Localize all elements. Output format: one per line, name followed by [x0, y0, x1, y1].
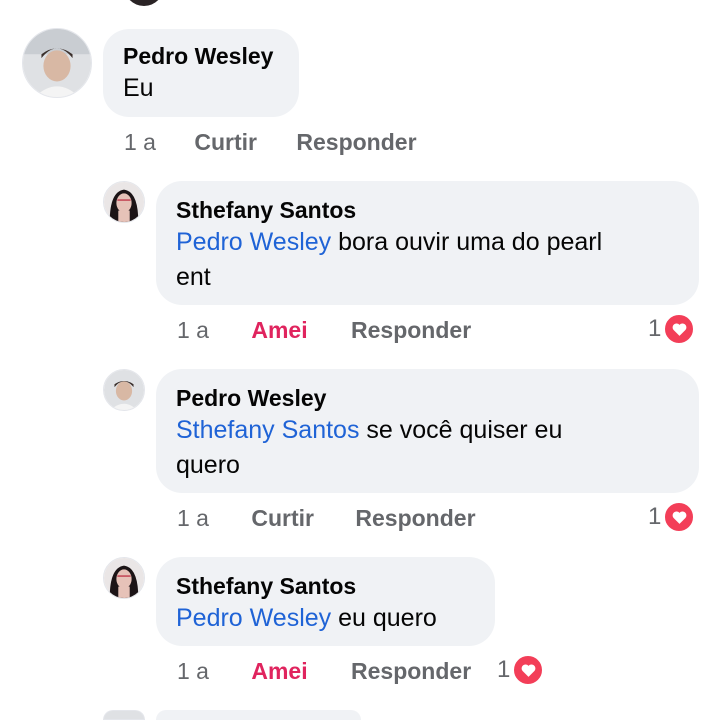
heart-icon: [663, 313, 696, 345]
profile-photo: [104, 558, 144, 598]
comment-text: Eu: [123, 74, 154, 102]
comment-text: Pedro Wesley eu quero: [176, 604, 437, 632]
avatar-sthefany-santos[interactable]: [103, 557, 145, 599]
comment-bubble: [156, 710, 361, 720]
comment-text-continued: quero: [176, 451, 240, 479]
comment-author[interactable]: Pedro Wesley: [176, 383, 679, 413]
profile-photo: [104, 370, 144, 410]
comment-age: 1 a: [124, 129, 156, 156]
reaction-summary[interactable]: 1: [648, 313, 696, 345]
comment-text-continued: ent: [176, 263, 211, 291]
comment-actions: 1 a Curtir Responder: [177, 504, 476, 536]
comment-author[interactable]: Sthefany Santos: [176, 571, 475, 601]
profile-photo: [23, 29, 91, 97]
like-button[interactable]: Curtir: [251, 505, 314, 532]
reaction-count: 1: [648, 503, 662, 530]
comment-bubble: Pedro Wesley Sthefany Santos se você qui…: [156, 369, 699, 493]
love-button[interactable]: Amei: [251, 317, 307, 344]
profile-photo: [104, 182, 144, 222]
avatar[interactable]: [124, 0, 164, 6]
comment-actions: 1 a Amei Responder: [177, 316, 471, 348]
comment-author[interactable]: Sthefany Santos: [176, 195, 679, 225]
comment-text: Pedro Wesley bora ouvir uma do pearl: [176, 228, 603, 256]
comment-age: 1 a: [177, 658, 209, 685]
avatar-sthefany-santos[interactable]: [103, 181, 145, 223]
reply-button[interactable]: Responder: [351, 317, 471, 344]
reaction-count: 1: [497, 656, 511, 683]
mention-link[interactable]: Sthefany Santos: [176, 416, 359, 444]
heart-icon: [663, 501, 696, 533]
avatar[interactable]: [103, 710, 145, 720]
comment-age: 1 a: [177, 505, 209, 532]
reaction-summary[interactable]: 1: [648, 501, 696, 533]
comment-actions: 1 a Curtir Responder: [124, 128, 417, 160]
comment-author[interactable]: Pedro Wesley: [123, 41, 279, 71]
mention-link[interactable]: Pedro Wesley: [176, 604, 331, 632]
reply-button[interactable]: Responder: [296, 129, 416, 156]
love-button[interactable]: Amei: [251, 658, 307, 685]
comment-actions: 1 a Amei Responder: [177, 657, 471, 689]
comment-age: 1 a: [177, 317, 209, 344]
comment-bubble: Sthefany Santos Pedro Wesley eu quero: [156, 557, 495, 646]
avatar-pedro-wesley[interactable]: [22, 28, 92, 98]
heart-icon: [512, 654, 545, 686]
reply-button[interactable]: Responder: [355, 505, 475, 532]
reaction-count: 1: [648, 315, 662, 342]
reaction-summary[interactable]: 1: [497, 654, 545, 686]
comment-bubble: Sthefany Santos Pedro Wesley bora ouvir …: [156, 181, 699, 305]
mention-link[interactable]: Pedro Wesley: [176, 228, 331, 256]
comment-bubble: Pedro Wesley Eu: [103, 29, 299, 117]
like-button[interactable]: Curtir: [194, 129, 257, 156]
avatar-pedro-wesley[interactable]: [103, 369, 145, 411]
reply-button[interactable]: Responder: [351, 658, 471, 685]
comment-text: Sthefany Santos se você quiser eu: [176, 416, 563, 444]
